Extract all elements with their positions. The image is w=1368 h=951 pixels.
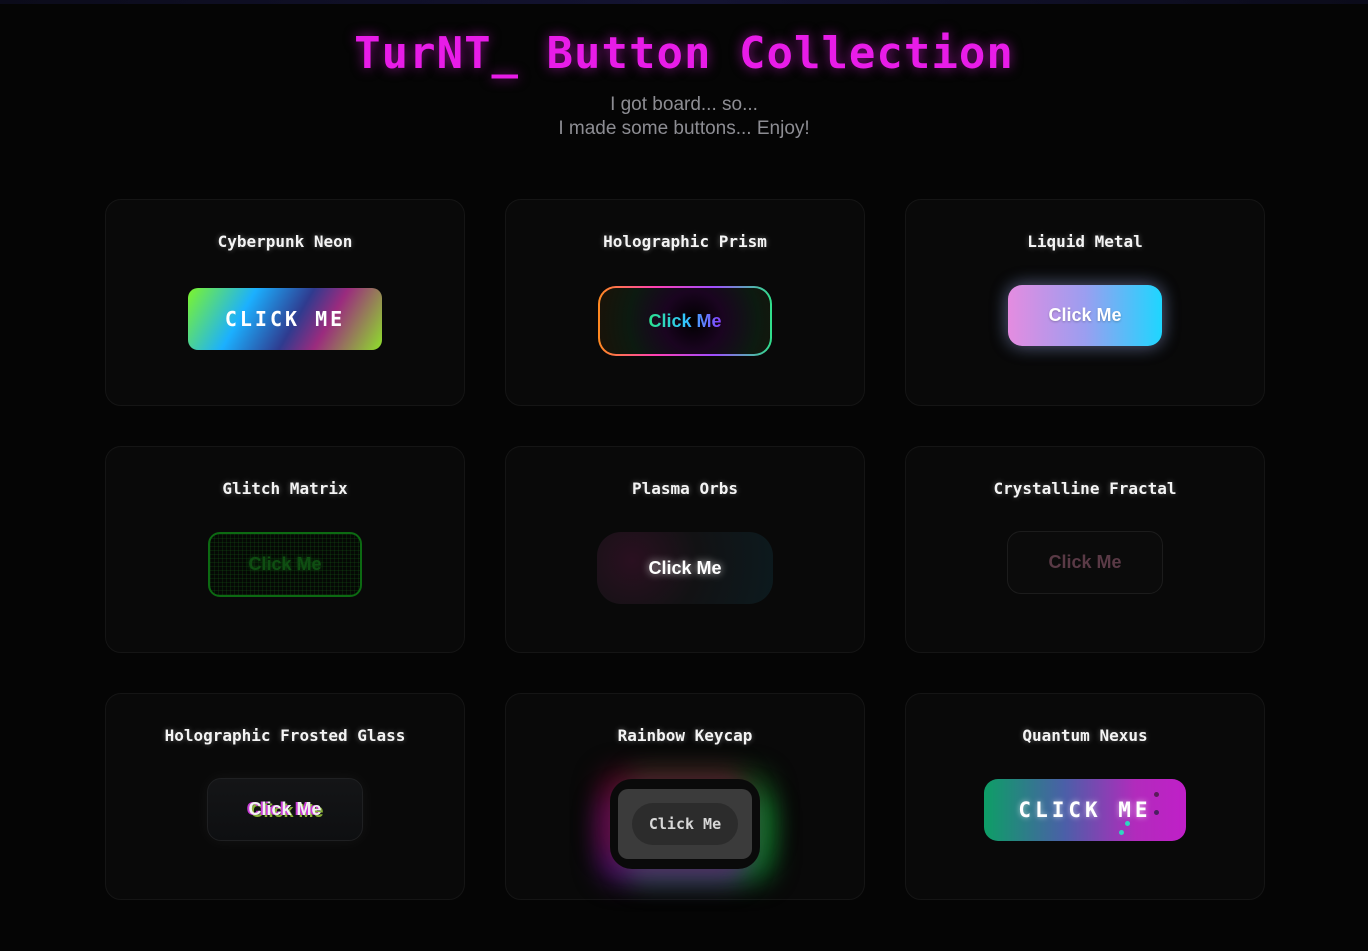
- particle-dot: [1125, 821, 1130, 826]
- card-title: Rainbow Keycap: [617, 726, 753, 745]
- card-quantum-nexus: Quantum Nexus CLICK ME: [905, 693, 1265, 900]
- glitch-matrix-button[interactable]: Click Me: [208, 532, 362, 597]
- subtitle-line-2: I made some buttons... Enjoy!: [558, 118, 810, 139]
- keycap-glow-frame: Click Me: [610, 779, 760, 869]
- page-subtitle: I got board... so... I made some buttons…: [0, 93, 1368, 141]
- liquid-metal-button[interactable]: Click Me: [1008, 285, 1162, 346]
- button-label: Click Me: [648, 310, 722, 331]
- rainbow-keycap-button[interactable]: Click Me: [618, 789, 752, 859]
- quantum-nexus-button[interactable]: CLICK ME: [984, 779, 1186, 841]
- button-label: CLICK ME: [1018, 798, 1152, 822]
- holographic-prism-button[interactable]: Click Me: [598, 286, 772, 356]
- card-title: Liquid Metal: [1027, 232, 1143, 251]
- plasma-orbs-button[interactable]: Click Me: [597, 532, 773, 604]
- top-accent-line: [0, 0, 1368, 4]
- card-rainbow-keycap: Rainbow Keycap Click Me: [505, 693, 865, 900]
- button-label: Click Me: [632, 803, 738, 845]
- card-cyberpunk-neon: Cyberpunk Neon CLICK ME: [105, 199, 465, 406]
- page-title: TurNT_ Button Collection: [354, 28, 1014, 79]
- card-holographic-frosted-glass: Holographic Frosted Glass Click Me: [105, 693, 465, 900]
- particle-dot: [1119, 830, 1124, 835]
- card-holographic-prism: Holographic Prism Click Me: [505, 199, 865, 406]
- holographic-frosted-glass-button[interactable]: Click Me: [207, 778, 363, 841]
- card-title: Holographic Frosted Glass: [164, 726, 406, 745]
- particle-dot: [1154, 792, 1159, 797]
- particle-dot: [1154, 810, 1159, 815]
- card-crystalline-fractal: Crystalline Fractal Click Me: [905, 446, 1265, 653]
- card-glitch-matrix: Glitch Matrix Click Me: [105, 446, 465, 653]
- crystalline-fractal-button[interactable]: Click Me: [1007, 531, 1163, 594]
- card-title: Cyberpunk Neon: [217, 232, 353, 251]
- page-header: TurNT_ Button Collection I got board... …: [0, 28, 1368, 141]
- card-liquid-metal: Liquid Metal Click Me: [905, 199, 1265, 406]
- card-title: Holographic Prism: [603, 232, 767, 251]
- cyberpunk-neon-button[interactable]: CLICK ME: [188, 288, 382, 350]
- card-title: Crystalline Fractal: [993, 479, 1177, 498]
- card-title: Quantum Nexus: [1022, 726, 1148, 745]
- card-title: Plasma Orbs: [632, 479, 738, 498]
- card-plasma-orbs: Plasma Orbs Click Me: [505, 446, 865, 653]
- button-grid: Cyberpunk Neon CLICK ME Holographic Pris…: [105, 199, 1265, 900]
- card-title: Glitch Matrix: [222, 479, 348, 498]
- subtitle-line-1: I got board... so...: [610, 94, 758, 115]
